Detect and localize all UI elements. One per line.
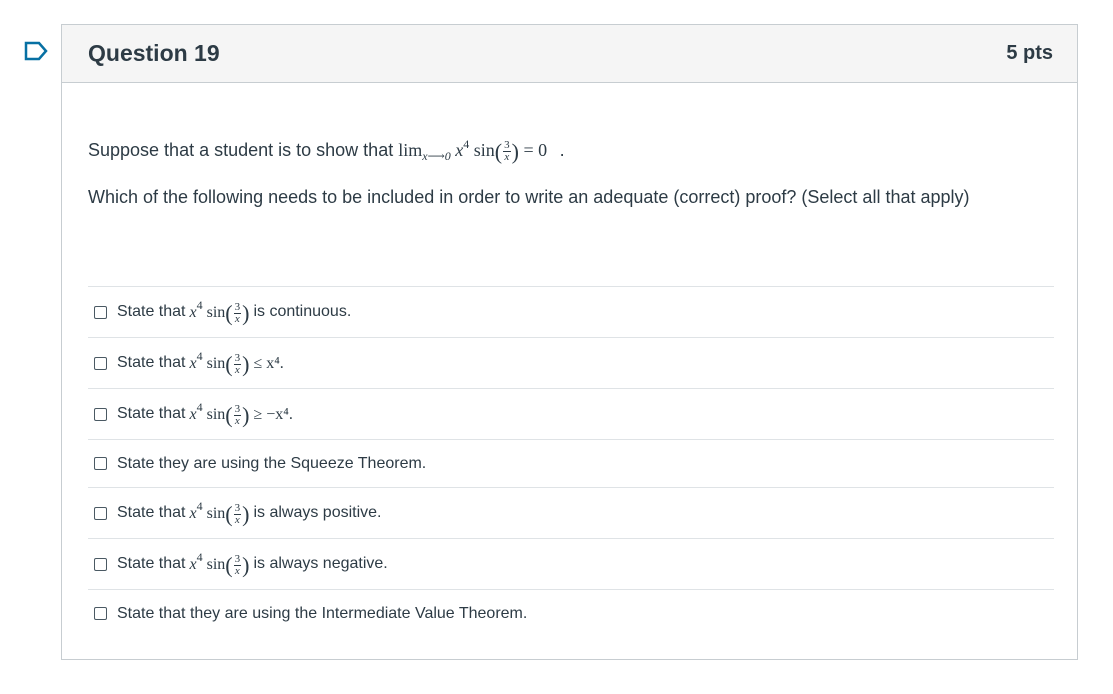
answer-option[interactable]: State that x4 sin(3 x) is always negative…	[88, 538, 1054, 589]
math-frac: 3x	[503, 139, 511, 164]
answer-label: State that	[117, 404, 186, 422]
answer-suffix: is continuous.	[253, 302, 352, 320]
answer-label: State that they are using the Intermedia…	[117, 604, 528, 622]
question-card: Question 19 5 pts Suppose that a student…	[61, 24, 1078, 660]
answer-label: State that	[117, 302, 186, 320]
answer-label: State they are using the Squeeze Theorem…	[117, 454, 427, 472]
answer-option[interactable]: State that x4 sin(3 x) is continuous.	[88, 286, 1054, 337]
answer-option[interactable]: State that x4 sin(3 x) ≥ −x⁴.	[88, 388, 1054, 439]
prompt-text: Suppose that a student is to show that	[88, 140, 394, 160]
answer-math: x4 sin(3 x)	[189, 498, 250, 527]
answer-option[interactable]: State that x4 sin(3 x) is always positive…	[88, 487, 1054, 538]
answer-checkbox[interactable]	[94, 407, 107, 421]
answer-checkbox[interactable]	[94, 557, 107, 571]
answer-math: x4 sin(3 x) ≤ x⁴.	[189, 348, 284, 377]
answer-option[interactable]: State that x4 sin(3 x) ≤ x⁴.	[88, 337, 1054, 388]
math-sin: sin	[473, 140, 495, 160]
answer-list: State that x4 sin(3 x) is continuous. Sta…	[88, 286, 1054, 637]
math-lim-sub: x⟶0	[422, 149, 451, 163]
answer-checkbox[interactable]	[94, 607, 107, 620]
answer-label: State that	[117, 503, 186, 521]
answer-checkbox[interactable]	[94, 305, 107, 319]
answer-option[interactable]: State that they are using the Intermedia…	[88, 589, 1054, 637]
question-header: Question 19 5 pts	[62, 25, 1077, 83]
answer-label: State that	[117, 353, 186, 371]
flag-question-icon[interactable]	[24, 41, 48, 61]
answer-checkbox[interactable]	[94, 356, 107, 370]
prompt-math: limx⟶0 x4 sin(3 x) = 0	[398, 137, 548, 164]
answer-option[interactable]: State they are using the Squeeze Theorem…	[88, 439, 1054, 487]
prompt-suffix: .	[559, 140, 565, 160]
question-prompt: Suppose that a student is to show that l…	[88, 137, 565, 165]
answer-label: State that	[117, 554, 186, 572]
answer-checkbox[interactable]	[94, 457, 107, 470]
question-title: Question 19	[88, 40, 220, 66]
question-instructions: Which of the following needs to be inclu…	[88, 187, 970, 207]
math-exp: 4	[463, 137, 470, 151]
question-points: 5 pts	[1006, 42, 1053, 64]
answer-suffix: is always positive.	[253, 503, 382, 521]
math-equals: = 0	[523, 140, 548, 160]
math-lim: lim	[398, 140, 423, 160]
answer-suffix: is always negative.	[253, 554, 388, 572]
answer-math: x4 sin(3 x)	[189, 549, 250, 578]
answer-checkbox[interactable]	[94, 506, 107, 520]
answer-math: x4 sin(3 x) ≥ −x⁴.	[189, 399, 293, 428]
answer-math: x4 sin(3 x)	[189, 297, 250, 326]
